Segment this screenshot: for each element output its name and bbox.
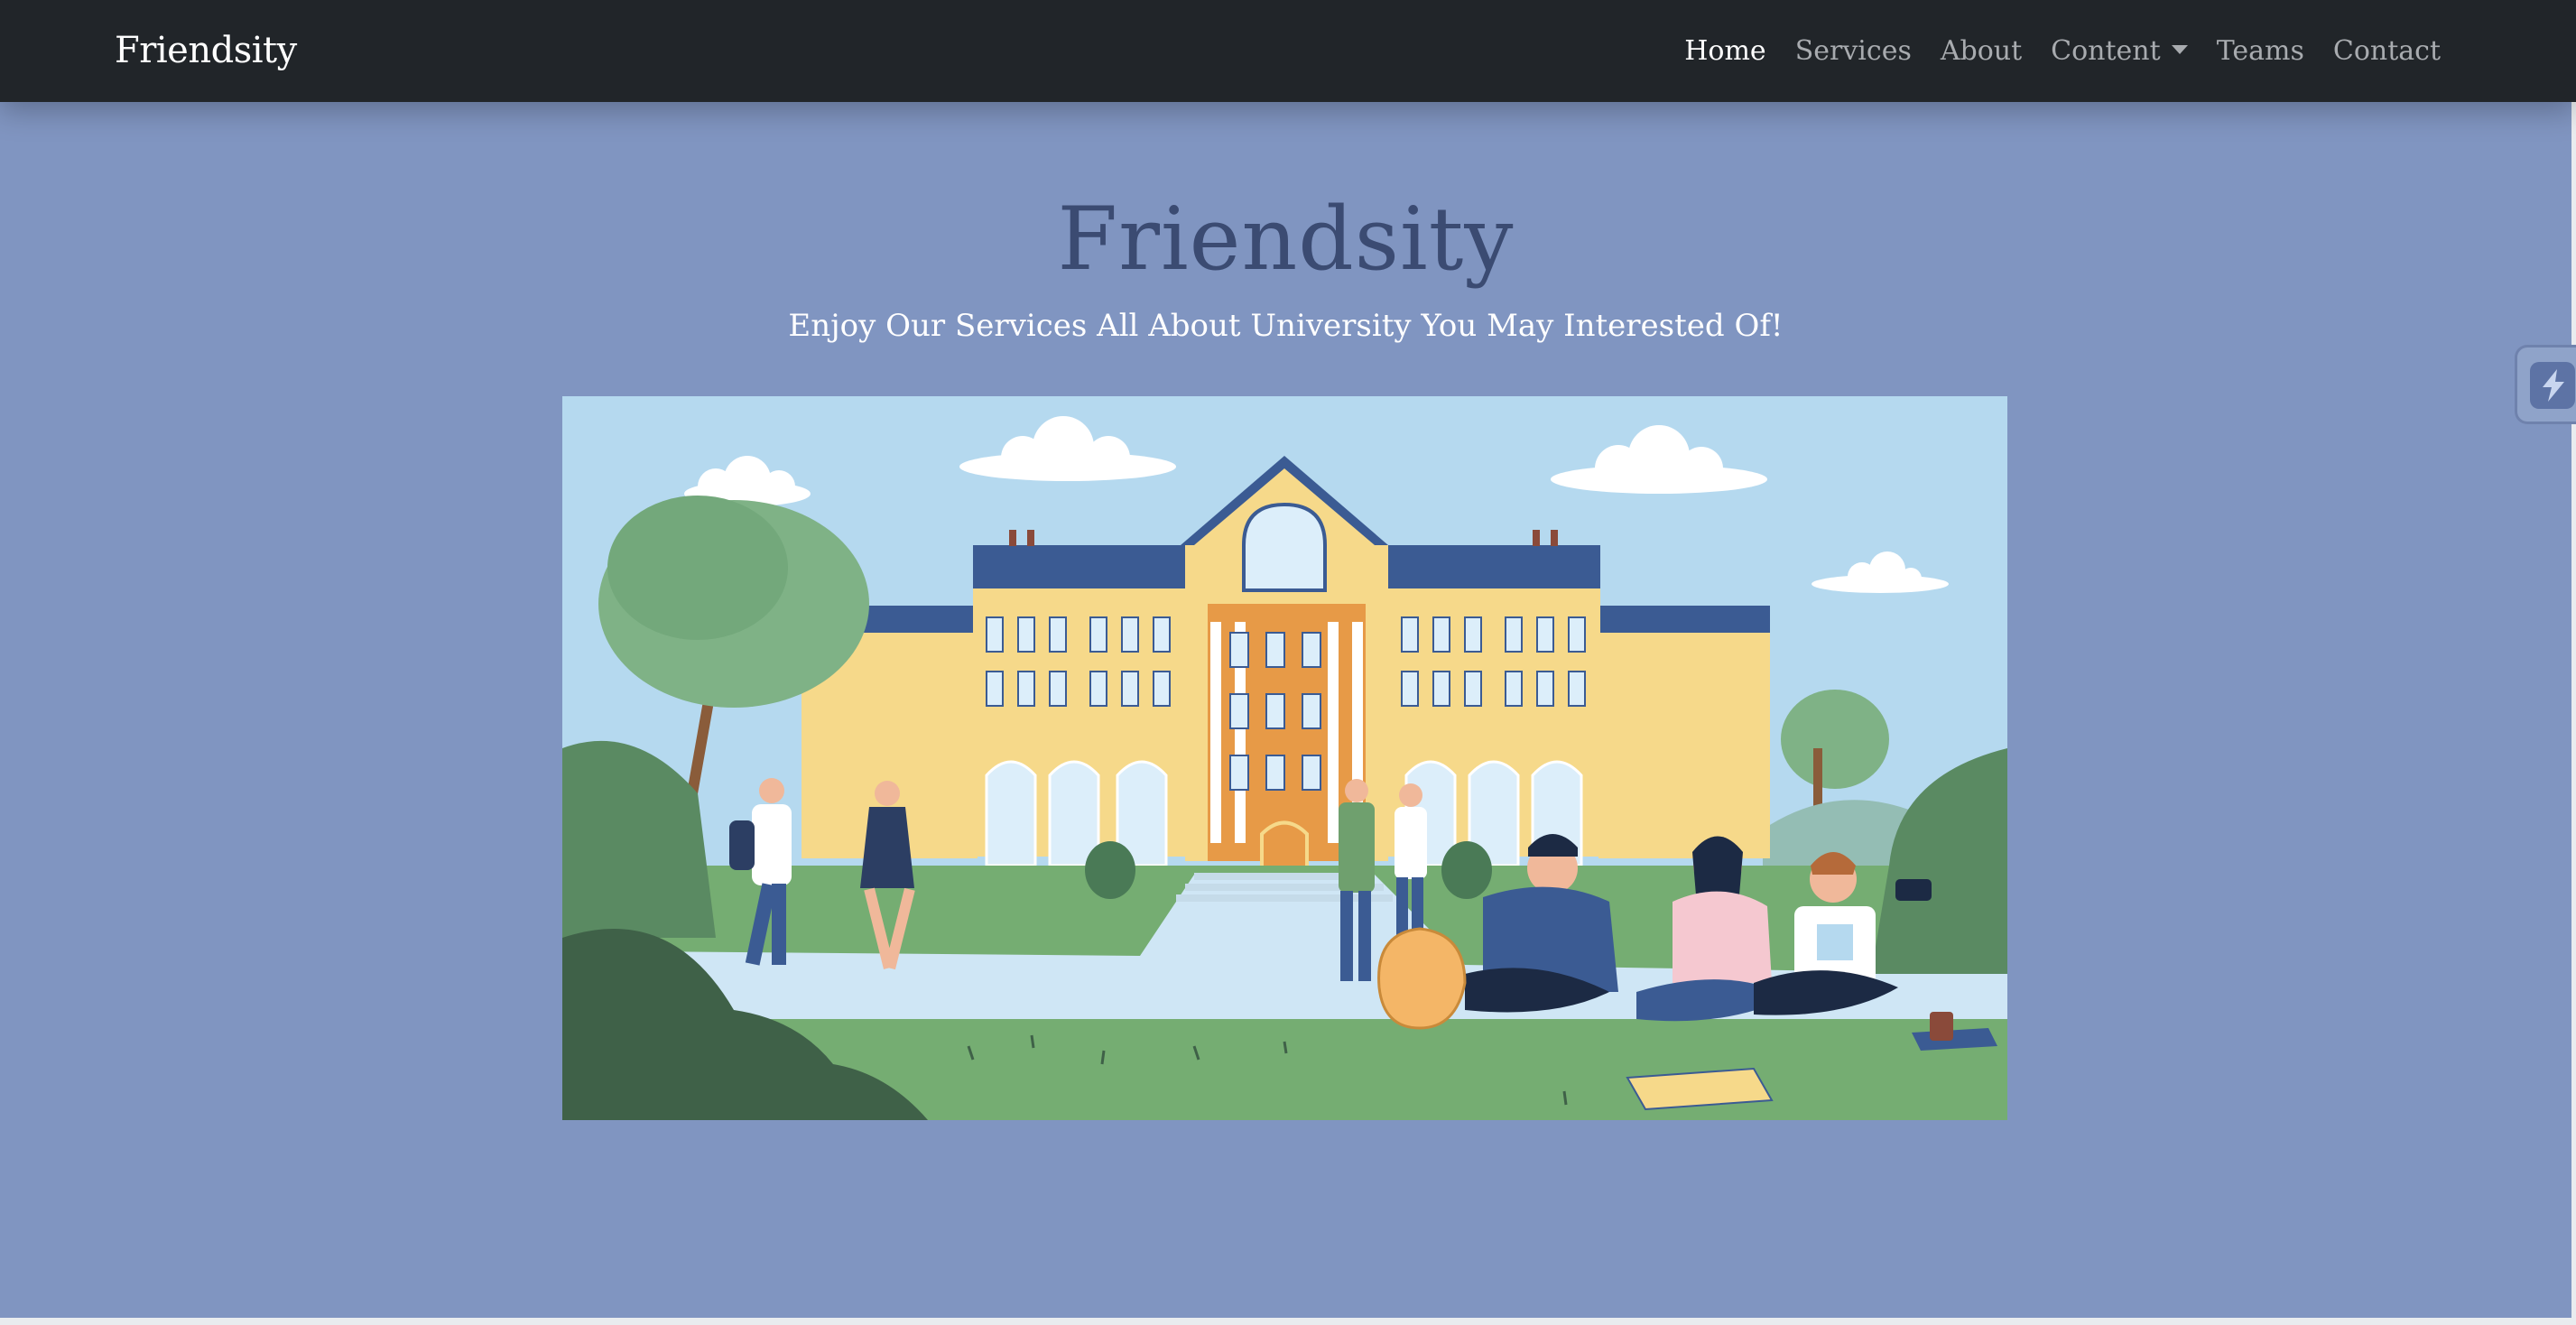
nav-link-services[interactable]: Services (1795, 35, 1912, 67)
floating-side-widget[interactable] (2515, 345, 2576, 424)
scrollbar-track (2571, 102, 2576, 1325)
page-bottom-edge (0, 1318, 2576, 1325)
navbar: Friendsity Home Services About Content T… (0, 0, 2576, 102)
nav-link-contact[interactable]: Contact (2333, 35, 2441, 67)
nav-link-home[interactable]: Home (1684, 35, 1765, 67)
caret-down-icon (2171, 45, 2188, 54)
hero-image (562, 396, 2007, 1120)
nav-link-about[interactable]: About (1941, 35, 2022, 67)
brand-logo[interactable]: Friendsity (115, 0, 297, 102)
side-widget-bolt-shape (2543, 369, 2564, 402)
nav-links: Home Services About Content Teams Contac… (1684, 0, 2441, 102)
university-campus-illustration (562, 396, 2007, 1120)
nav-dropdown-content[interactable]: Content (2051, 35, 2188, 67)
hero-title: Friendsity (1057, 189, 1515, 290)
nav-link-content-label: Content (2051, 35, 2161, 67)
hero-subtitle: Enjoy Our Services All About University … (788, 308, 1784, 344)
nav-link-teams[interactable]: Teams (2217, 35, 2304, 67)
